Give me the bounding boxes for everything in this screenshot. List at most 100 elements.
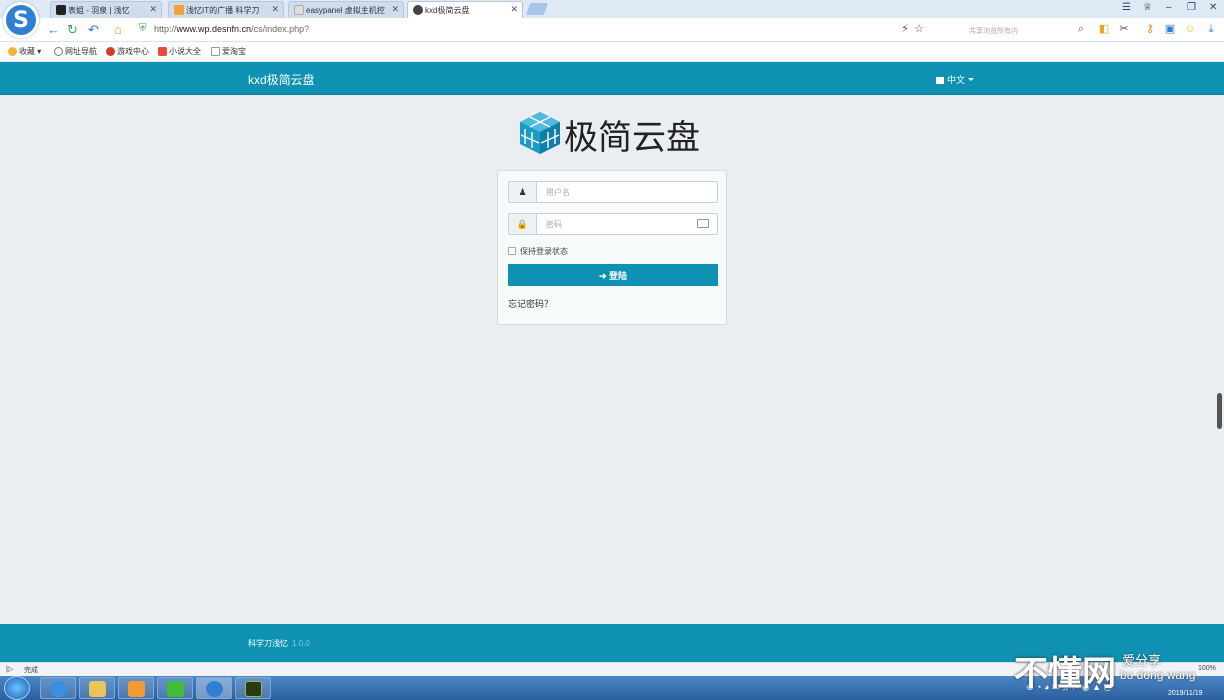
password-input[interactable] xyxy=(538,214,716,234)
game-icon xyxy=(106,47,115,56)
home-icon[interactable]: ⌂ xyxy=(114,22,122,37)
taskbar-wechat[interactable] xyxy=(157,677,193,699)
bookmark-label: 游戏中心 xyxy=(117,47,149,56)
checkbox-box[interactable] xyxy=(508,247,516,255)
folder-icon xyxy=(89,681,106,697)
refresh-icon[interactable]: ↻ xyxy=(67,22,78,38)
start-button[interactable] xyxy=(4,676,30,700)
taskbar-ie[interactable] xyxy=(40,677,76,699)
page-scrollbar-thumb[interactable] xyxy=(1217,393,1222,429)
tray-date[interactable]: 2019/11/19 xyxy=(1168,690,1203,697)
url-path: /cs/index.php? xyxy=(251,24,310,34)
search-icon[interactable]: ⌕ xyxy=(1075,23,1087,35)
menu-icon[interactable]: ☰ xyxy=(1122,2,1131,13)
tab-label: 浅忆IT的广播 科学刀 xyxy=(186,6,260,15)
download-icon[interactable]: ⤓ xyxy=(1205,23,1217,35)
tab-kxd[interactable]: kxd极简云盘 ✕ xyxy=(407,1,523,18)
lightning-icon[interactable]: ⚡ xyxy=(899,23,911,35)
minimize-icon[interactable]: – xyxy=(1166,2,1172,13)
book-icon xyxy=(158,47,167,56)
shield-icon: ⛨ xyxy=(139,23,147,34)
globe-favicon-icon xyxy=(413,5,423,15)
login-label: 登陆 xyxy=(609,270,628,281)
tab-music[interactable]: 表姐 - 羽泉 | 浅忆 ✕ xyxy=(50,1,162,18)
bookmark-novels[interactable]: 小说大全 xyxy=(158,46,201,57)
scissors-icon[interactable]: ✂ xyxy=(1118,23,1130,35)
broadcast-favicon-icon xyxy=(174,5,184,15)
smile-icon[interactable]: ☺ xyxy=(1184,23,1196,35)
star-icon[interactable]: ☆ xyxy=(913,23,925,35)
footer-version: 1.0.0 xyxy=(292,639,310,648)
bookmark-nav[interactable]: 网址导航 xyxy=(54,46,97,57)
sidebar-toggle-icon[interactable]: |▷ xyxy=(6,665,13,673)
username-input[interactable] xyxy=(538,182,716,202)
close-icon[interactable]: ✕ xyxy=(149,4,157,15)
site-header: kxd极简云盘 中文 xyxy=(0,62,1224,95)
cube-logo-icon xyxy=(520,112,560,154)
tab-label: 表姐 - 羽泉 | 浅忆 xyxy=(68,6,130,15)
user-icon: ♟ xyxy=(509,182,537,202)
password-group: 🔒 xyxy=(508,213,718,235)
bookmark-label: 网址导航 xyxy=(65,47,97,56)
tab-broadcast[interactable]: 浅忆IT的广播 科学刀 ✕ xyxy=(168,1,284,18)
extension-icon[interactable]: ◧ xyxy=(1098,23,1110,35)
browser-logo-icon[interactable]: S xyxy=(3,2,39,38)
app-icon[interactable]: ▣ xyxy=(1164,23,1176,35)
url-field[interactable]: http://www.wp.desnfn.cn/cs/index.php? xyxy=(154,24,309,34)
browser-icon xyxy=(206,681,223,697)
key-icon[interactable]: ⚷ xyxy=(1144,23,1156,35)
forgot-password-link[interactable]: 忘记密码？ xyxy=(508,297,553,310)
page-favicon-icon xyxy=(294,5,304,15)
keyboard-icon[interactable] xyxy=(697,219,709,228)
bookmark-label: 收藏 xyxy=(19,47,35,56)
close-icon[interactable]: ✕ xyxy=(271,4,279,15)
close-icon[interactable]: ✕ xyxy=(510,4,518,15)
address-bar: ← ↻ ↶ ⌂ ⛨ http://www.wp.desnfn.cn/cs/ind… xyxy=(0,18,1224,42)
skin-icon[interactable]: ♕ xyxy=(1143,2,1152,13)
search-input[interactable]: 共享浏览所有内 xyxy=(948,21,1088,38)
music-favicon-icon xyxy=(56,5,66,15)
language-dropdown[interactable]: 中文 xyxy=(936,73,975,86)
footer-credit: 科学刀浅忆 1.0.0 xyxy=(248,638,310,649)
lock-icon: 🔒 xyxy=(509,214,537,234)
login-panel: ♟ 🔒 保持登录状态 ➜ 登陆 忘记密码？ xyxy=(497,170,727,325)
remember-checkbox[interactable]: 保持登录状态 xyxy=(508,246,568,257)
taskbar-dreamweaver[interactable] xyxy=(235,677,271,699)
undo-icon[interactable]: ↶ xyxy=(88,22,99,38)
ie-icon xyxy=(50,681,67,697)
username-group: ♟ xyxy=(508,181,718,203)
bookmark-favorites[interactable]: 收藏 ▾ xyxy=(8,46,41,57)
watermark-pinyin: bu dong wang xyxy=(1120,668,1196,682)
bookmark-games[interactable]: 游戏中心 xyxy=(106,46,149,57)
globe-icon xyxy=(54,47,63,56)
site-brand[interactable]: kxd极简云盘 xyxy=(248,71,315,88)
tab-label: easypanel 虚拟主机控 xyxy=(306,6,385,15)
logo-text: 极简云盘 xyxy=(564,118,700,158)
caret-down-icon xyxy=(968,78,975,81)
sign-in-icon: ➜ xyxy=(598,270,607,281)
back-icon[interactable]: ← xyxy=(47,22,60,37)
watermark-main: 不懂网 xyxy=(1014,654,1116,694)
restore-icon[interactable]: ❐ xyxy=(1187,2,1196,13)
close-window-icon[interactable]: ✕ xyxy=(1209,2,1217,13)
close-icon[interactable]: ✕ xyxy=(391,4,399,15)
taskbar-browser[interactable] xyxy=(196,677,232,699)
bookmark-label: 小说大全 xyxy=(169,47,201,56)
star-icon xyxy=(8,47,17,56)
page-icon xyxy=(211,47,220,56)
tab-label: kxd极简云盘 xyxy=(425,6,470,15)
bookmark-taobao[interactable]: 爱淘宝 xyxy=(211,46,246,57)
taskbar-explorer[interactable] xyxy=(79,677,115,699)
remember-label: 保持登录状态 xyxy=(520,247,568,256)
taskbar-media[interactable] xyxy=(118,677,154,699)
url-prefix: http:// xyxy=(154,24,177,34)
login-button[interactable]: ➜ 登陆 xyxy=(508,264,718,286)
tab-easypanel[interactable]: easypanel 虚拟主机控 ✕ xyxy=(288,1,404,18)
bookmark-label: 爱淘宝 xyxy=(222,47,246,56)
wechat-icon xyxy=(167,681,184,697)
new-tab-button[interactable] xyxy=(525,3,549,15)
language-label: 中文 xyxy=(947,75,966,85)
zoom-level[interactable]: 100% xyxy=(1198,665,1216,672)
bookmarks-bar: 收藏 ▾ 网址导航 游戏中心 小说大全 爱淘宝 xyxy=(0,42,1224,62)
footer-author: 科学刀浅忆 xyxy=(248,639,288,648)
